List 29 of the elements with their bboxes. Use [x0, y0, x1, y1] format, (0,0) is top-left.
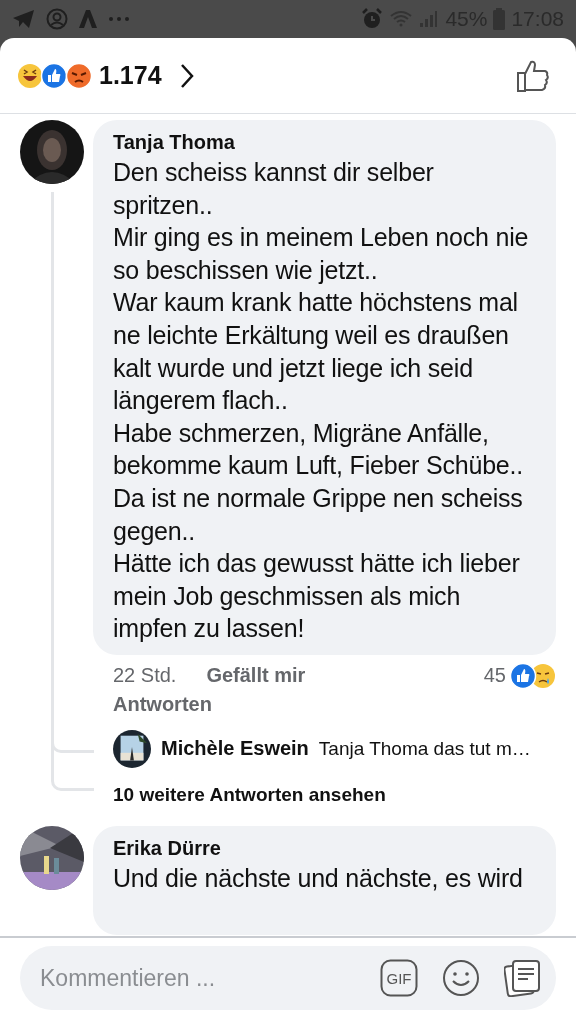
comment-time: 22 Std. [113, 664, 177, 688]
reaction-count[interactable]: 1.174 [99, 61, 162, 90]
thumbs-up-icon[interactable] [516, 58, 550, 93]
comment-author[interactable]: Tanja Thoma [113, 128, 536, 156]
comment-text: Hätte ich das gewusst hätte ich lieber mein Job geschmissen als mich impfen zu lassen! [113, 548, 521, 645]
chevron-right-icon[interactable] [179, 62, 194, 89]
reply-link[interactable]: Antworten [93, 688, 212, 716]
reply-author[interactable]: Michèle Eswein [161, 737, 309, 761]
more-icon [108, 16, 130, 22]
alarm-icon [361, 8, 384, 30]
comment-text: Und die nächste und nächste, es wird [113, 862, 524, 894]
more-replies-link[interactable]: 10 weitere Antworten ansehen [113, 783, 386, 805]
reply-preview[interactable]: Tanja Thoma das tut m… [318, 737, 531, 760]
emoji-icon[interactable] [442, 959, 480, 997]
gif-icon[interactable]: GIF [380, 959, 418, 997]
reaction-icons [510, 662, 556, 689]
comment-text: Da ist ne normale Grippe nen scheiss gegen.. [113, 482, 524, 547]
comment-text: Habe schmerzen, Migräne Anfälle, bekomme kaum Luft, Fieber Schübe.. [113, 417, 525, 482]
like-link[interactable]: Gefällt mir [206, 664, 306, 688]
comment-field[interactable]: Kommentieren ... GIF [20, 946, 556, 1010]
comment-text: Den scheiss kannst dir selber spritzen.. [113, 157, 435, 221]
send-icon [12, 9, 36, 29]
comment-author[interactable]: Erika Dürre [113, 833, 536, 862]
comment-text: Mir ging es in meinem Leben noch nie so beschissen wie jetzt.. [113, 222, 530, 286]
comment-text: War kaum krank hatte höchstens mal ne leichte Erkältung weil es draußen kalt wurde und jetzt liege ich seid längerem flach.. [113, 287, 519, 417]
logo-icon [78, 9, 98, 29]
reaction-count[interactable]: 45 [483, 664, 506, 688]
account-icon [46, 8, 68, 30]
sticker-icon[interactable] [504, 959, 542, 997]
